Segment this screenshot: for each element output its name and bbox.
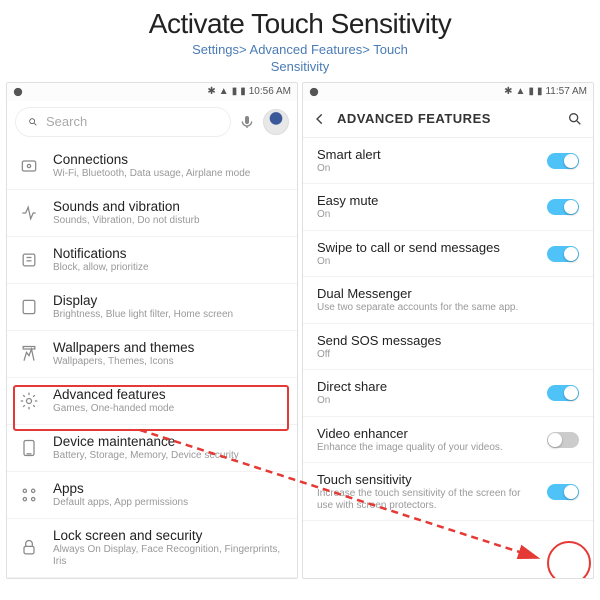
row-title: Advanced features <box>53 387 285 402</box>
row-icon <box>19 156 39 176</box>
status-time: 11:57 AM <box>545 86 587 97</box>
settings-row-device-maintenance[interactable]: Device maintenanceBattery, Storage, Memo… <box>7 425 297 472</box>
status-time: 10:56 AM <box>249 86 291 97</box>
feature-row-touch-sensitivity[interactable]: Touch sensitivityIncrease the touch sens… <box>303 463 593 521</box>
reddit-icon <box>13 87 23 97</box>
status-bar: ✱ ▲ ▮ ▮ 11:57 AM <box>303 83 593 101</box>
status-bar: ✱ ▲ ▮ ▮ 10:56 AM <box>7 83 297 101</box>
row-desc: Use two separate accounts for the same a… <box>317 302 579 314</box>
row-title: Dual Messenger <box>317 286 579 301</box>
search-input[interactable]: Search <box>15 107 231 137</box>
row-title: Video enhancer <box>317 426 537 441</box>
toggle-switch[interactable] <box>547 199 579 215</box>
settings-row-wallpapers-and-themes[interactable]: Wallpapers and themesWallpapers, Themes,… <box>7 331 297 378</box>
settings-row-sounds-and-vibration[interactable]: Sounds and vibrationSounds, Vibration, D… <box>7 190 297 237</box>
feature-row-dual-messenger[interactable]: Dual MessengerUse two separate accounts … <box>303 277 593 324</box>
toggle-switch[interactable] <box>547 385 579 401</box>
settings-row-lock-screen-and-security[interactable]: Lock screen and securityAlways On Displa… <box>7 519 297 578</box>
avatar[interactable] <box>263 109 289 135</box>
row-desc: On <box>317 209 537 221</box>
signal-icon: ▮ <box>232 86 238 97</box>
row-title: Swipe to call or send messages <box>317 240 537 255</box>
row-desc: Always On Display, Face Recognition, Fin… <box>53 544 285 568</box>
row-title: Send SOS messages <box>317 333 579 348</box>
row-icon <box>19 438 39 458</box>
row-desc: Wallpapers, Themes, Icons <box>53 356 285 368</box>
toggle-switch[interactable] <box>547 246 579 262</box>
row-desc: Increase the touch sensitivity of the sc… <box>317 488 537 511</box>
feature-row-swipe-to-call-or-send-messages[interactable]: Swipe to call or send messagesOn <box>303 231 593 278</box>
wifi-icon: ▲ <box>219 86 229 97</box>
bluetooth-icon: ✱ <box>504 86 512 97</box>
toggle-switch[interactable] <box>547 432 579 448</box>
row-title: Connections <box>53 152 285 167</box>
row-title: Smart alert <box>317 147 537 162</box>
row-icon <box>19 391 39 411</box>
row-desc: On <box>317 395 537 407</box>
row-icon <box>19 538 39 558</box>
search-icon[interactable] <box>567 111 583 127</box>
search-bar: Search <box>7 101 297 143</box>
row-desc: Brightness, Blue light filter, Home scre… <box>53 309 285 321</box>
row-desc: On <box>317 163 537 175</box>
settings-row-notifications[interactable]: NotificationsBlock, allow, prioritize <box>7 237 297 284</box>
row-desc: Wi-Fi, Bluetooth, Data usage, Airplane m… <box>53 168 285 180</box>
features-list: Smart alertOnEasy muteOnSwipe to call or… <box>303 138 593 522</box>
settings-row-advanced-features[interactable]: Advanced featuresGames, One-handed mode <box>7 378 297 425</box>
row-title: Touch sensitivity <box>317 472 537 487</box>
bluetooth-icon: ✱ <box>207 86 215 97</box>
row-desc: Enhance the image quality of your videos… <box>317 442 537 454</box>
search-icon <box>28 117 38 127</box>
settings-row-apps[interactable]: AppsDefault apps, App permissions <box>7 472 297 519</box>
feature-row-smart-alert[interactable]: Smart alertOn <box>303 138 593 185</box>
row-title: Lock screen and security <box>53 528 285 543</box>
row-desc: On <box>317 256 537 268</box>
settings-list: ConnectionsWi-Fi, Bluetooth, Data usage,… <box>7 143 297 578</box>
row-desc: Battery, Storage, Memory, Device securit… <box>53 450 285 462</box>
row-desc: Default apps, App permissions <box>53 497 285 509</box>
row-desc: Off <box>317 349 579 361</box>
feature-row-easy-mute[interactable]: Easy muteOn <box>303 184 593 231</box>
screen-title: ADVANCED FEATURES <box>337 111 491 126</box>
row-title: Display <box>53 293 285 308</box>
feature-row-video-enhancer[interactable]: Video enhancerEnhance the image quality … <box>303 417 593 464</box>
settings-row-connections[interactable]: ConnectionsWi-Fi, Bluetooth, Data usage,… <box>7 143 297 190</box>
row-desc: Sounds, Vibration, Do not disturb <box>53 215 285 227</box>
mic-icon[interactable] <box>239 114 255 130</box>
row-title: Sounds and vibration <box>53 199 285 214</box>
breadcrumb: Settings> Advanced Features> Touch Sensi… <box>0 42 600 76</box>
wifi-icon: ▲ <box>516 86 526 97</box>
page-title: Activate Touch Sensitivity <box>0 8 600 40</box>
page-header: Activate Touch Sensitivity Settings> Adv… <box>0 0 600 78</box>
row-title: Apps <box>53 481 285 496</box>
feature-row-direct-share[interactable]: Direct shareOn <box>303 370 593 417</box>
row-title: Notifications <box>53 246 285 261</box>
row-desc: Block, allow, prioritize <box>53 262 285 274</box>
settings-row-display[interactable]: DisplayBrightness, Blue light filter, Ho… <box>7 284 297 331</box>
row-title: Easy mute <box>317 193 537 208</box>
row-icon <box>19 297 39 317</box>
row-icon <box>19 485 39 505</box>
back-icon[interactable] <box>313 112 327 126</box>
settings-screen: ✱ ▲ ▮ ▮ 10:56 AM Search ConnectionsWi-Fi… <box>6 82 298 579</box>
reddit-icon <box>309 87 319 97</box>
advanced-features-screen: ✱ ▲ ▮ ▮ 11:57 AM ADVANCED FEATURES Smart… <box>302 82 594 579</box>
row-title: Direct share <box>317 379 537 394</box>
highlight-circle <box>547 541 591 579</box>
row-desc: Games, One-handed mode <box>53 403 285 415</box>
toggle-switch[interactable] <box>547 484 579 500</box>
row-title: Wallpapers and themes <box>53 340 285 355</box>
feature-row-send-sos-messages[interactable]: Send SOS messagesOff <box>303 324 593 371</box>
battery-icon: ▮ <box>240 86 246 97</box>
row-icon <box>19 250 39 270</box>
signal-icon: ▮ <box>528 86 534 97</box>
screen-header: ADVANCED FEATURES <box>303 101 593 138</box>
row-icon <box>19 203 39 223</box>
row-title: Device maintenance <box>53 434 285 449</box>
search-placeholder: Search <box>46 114 87 129</box>
battery-icon: ▮ <box>537 86 543 97</box>
row-icon <box>19 344 39 364</box>
toggle-switch[interactable] <box>547 153 579 169</box>
